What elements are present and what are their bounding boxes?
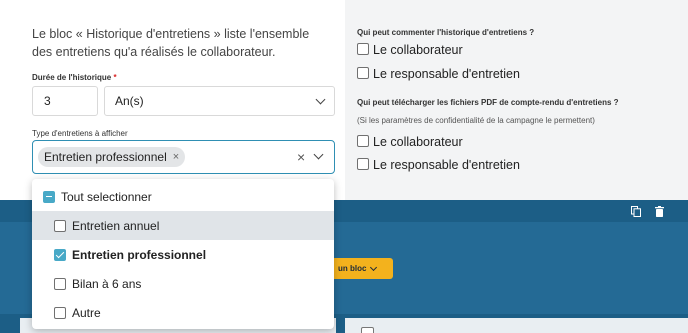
download-collaborator-checkbox[interactable] xyxy=(357,135,369,147)
select-all-option[interactable]: Tout selectionner xyxy=(32,182,334,211)
interview-types-dropdown: Tout selectionner Entretien annuel Entre… xyxy=(32,179,334,329)
comment-collaborator-label: Le collaborateur xyxy=(373,43,463,57)
checked-checkbox-icon xyxy=(54,248,66,261)
copy-icon[interactable] xyxy=(631,206,641,217)
selected-tag: Entretien professionnel × xyxy=(38,147,186,167)
info-text: Le bloc « Historique d'entretiens » list… xyxy=(32,27,310,59)
trash-icon[interactable] xyxy=(655,206,664,217)
duration-label: Durée de l'historique * xyxy=(32,73,117,82)
checkbox-icon xyxy=(54,306,66,319)
chevron-down-icon xyxy=(315,94,326,105)
comment-manager-label: Le responsable d'entretien xyxy=(373,67,520,81)
option-autre[interactable]: Autre xyxy=(32,298,334,327)
download-manager-checkbox[interactable] xyxy=(357,158,369,170)
indeterminate-checkbox-icon xyxy=(43,190,55,203)
duration-value-input[interactable]: 3 xyxy=(32,86,98,116)
download-question: Qui peut télécharger les fichiers PDF de… xyxy=(357,98,619,107)
option-bilan-6-ans[interactable]: Bilan à 6 ans xyxy=(32,269,334,298)
tag-remove-icon[interactable]: × xyxy=(173,151,179,163)
checkbox-icon xyxy=(54,219,66,232)
types-label: Type d'entretiens à afficher xyxy=(32,129,128,138)
download-manager-label: Le responsable d'entretien xyxy=(373,158,520,172)
duration-unit-select[interactable]: An(s) xyxy=(104,86,335,116)
download-collaborator-label: Le collaborateur xyxy=(373,135,463,149)
clear-icon[interactable]: × xyxy=(297,149,305,165)
comment-question: Qui peut commenter l'historique d'entret… xyxy=(357,28,535,37)
comment-collaborator-checkbox[interactable] xyxy=(357,43,369,55)
option-entretien-professionnel[interactable]: Entretien professionnel xyxy=(32,240,334,269)
required-mark: * xyxy=(113,73,117,82)
comment-manager-checkbox[interactable] xyxy=(357,67,369,79)
option-entretien-annuel[interactable]: Entretien annuel xyxy=(32,211,334,240)
checkbox-icon xyxy=(54,277,66,290)
download-note: (Si les paramètres de confidentialité de… xyxy=(357,116,595,125)
next-block-right-card xyxy=(345,318,688,333)
add-block-button[interactable]: un bloc xyxy=(330,258,393,279)
caret-down-icon xyxy=(370,263,378,271)
next-block-checkbox[interactable] xyxy=(361,327,374,333)
